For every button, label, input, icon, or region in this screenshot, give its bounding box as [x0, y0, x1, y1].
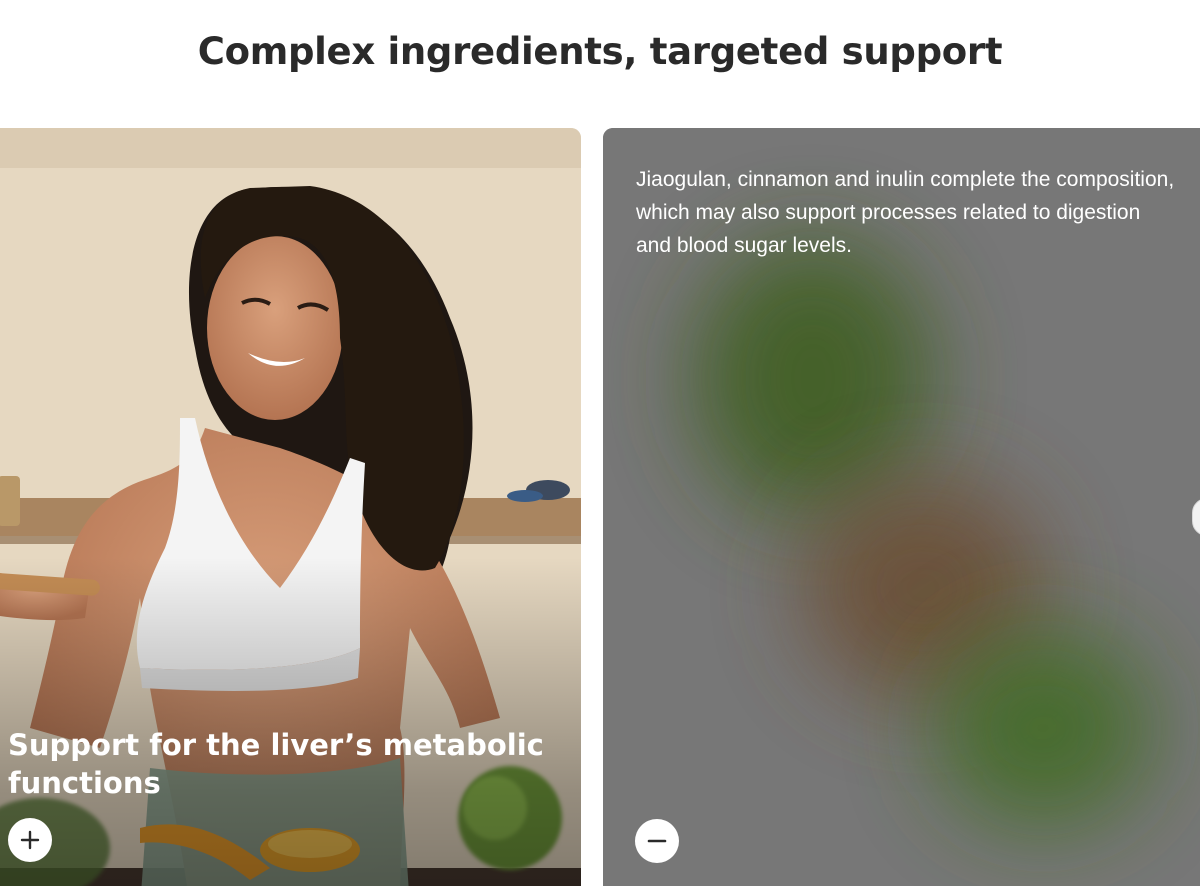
section-title: Complex ingredients, targeted support: [197, 30, 1003, 73]
card-heading: Support for the liver’s metabolic functi…: [8, 728, 544, 800]
expand-card-button[interactable]: [8, 818, 52, 862]
ingredient-card-digestion[interactable]: Jiaogulan, cinnamon and inulin complete …: [603, 128, 1200, 886]
card-description: Jiaogulan, cinnamon and inulin complete …: [636, 168, 1175, 257]
ingredient-card-liver[interactable]: Support for the liver’s metabolic functi…: [0, 128, 581, 886]
plus-icon: [20, 830, 40, 850]
collapse-card-button[interactable]: [635, 819, 679, 863]
page: Complex ingredients, targeted support Su…: [0, 0, 1200, 886]
minus-icon: [647, 839, 667, 843]
